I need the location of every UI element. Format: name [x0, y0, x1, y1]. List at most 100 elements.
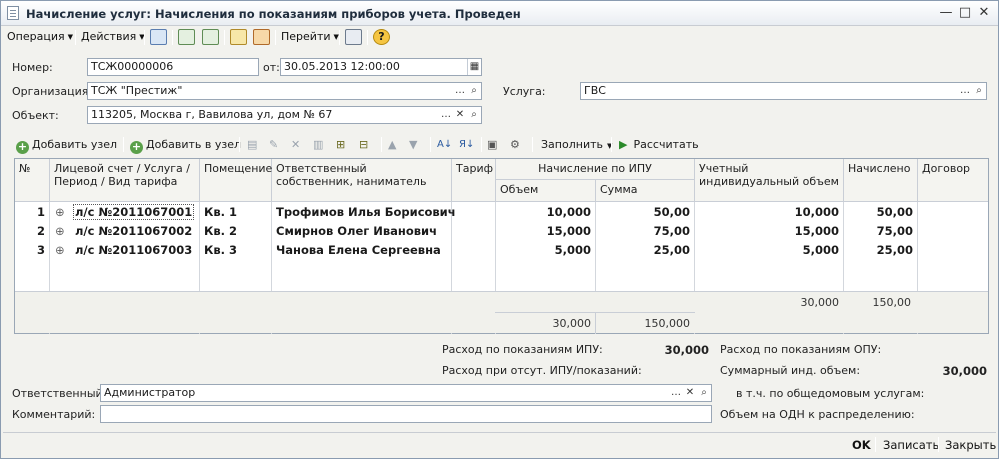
sum-cell: 50,00 [653, 205, 690, 219]
table-row[interactable]: 2 ⊕ л/с №2011067002 Кв. 2 Смирнов Олег И… [15, 222, 988, 241]
odn-volume-label: Объем на ОДН к распределению: [720, 408, 915, 421]
group-icon[interactable]: ⊞ [336, 137, 345, 153]
expand-icon[interactable]: ⊕ [55, 224, 65, 238]
move-down-icon[interactable]: ▼ [409, 137, 417, 153]
structure-icon[interactable] [345, 29, 362, 45]
number-label: Номер: [12, 61, 53, 74]
plus-icon: + [16, 140, 29, 154]
calendar-icon[interactable]: ▦ [467, 59, 481, 75]
print-icon[interactable]: ▣ [487, 137, 497, 153]
table-row[interactable]: 1 ⊕ л/с №2011067001 Кв. 1 Трофимов Илья … [15, 203, 988, 222]
comment-label: Комментарий: [12, 408, 96, 421]
fill-menu[interactable]: Заполнить ▼ [541, 137, 612, 153]
account-cell: л/с №2011067002 [75, 224, 193, 238]
room-cell: Кв. 1 [204, 205, 238, 219]
select-ellipsis-icon[interactable]: … [439, 107, 453, 123]
unpost-icon[interactable] [253, 29, 270, 45]
ungroup-icon[interactable]: ⊟ [359, 137, 368, 153]
ipu-consumption-value: 30,000 [664, 343, 709, 357]
sort-descending-icon[interactable]: Я↓ [459, 137, 474, 153]
column-header-ind-volume[interactable]: Учетный индивидуальный объем [695, 159, 844, 202]
play-icon: ▶ [619, 138, 628, 151]
add-node-button[interactable]: + Добавить узел [16, 137, 117, 154]
column-header-accrued[interactable]: Начислено [844, 159, 918, 202]
accrued-cell: 50,00 [876, 205, 913, 219]
column-header-account[interactable]: Лицевой счет / Услуга / Период / Вид тар… [50, 159, 200, 202]
responsible-field[interactable]: Администратор … ✕ ⌕ [100, 384, 712, 402]
table-row[interactable]: 3 ⊕ л/с №2011067003 Кв. 3 Чанова Елена С… [15, 241, 988, 260]
help-icon[interactable]: ? [373, 29, 390, 45]
total-sum: 150,000 [644, 317, 691, 330]
select-ellipsis-icon[interactable]: … [958, 83, 972, 99]
responsible-label: Ответственный: [12, 387, 107, 400]
actions-menu[interactable]: Действия ▼ [81, 27, 145, 47]
room-cell: Кв. 2 [204, 224, 238, 238]
column-header-number[interactable]: № [15, 159, 50, 202]
organization-field[interactable]: ТСЖ "Престиж" … ⌕ [87, 82, 482, 100]
ipu-consumption-label: Расход по показаниям ИПУ: [442, 343, 603, 356]
sort-ascending-icon[interactable]: A↓ [437, 137, 452, 153]
document-icon [7, 6, 19, 20]
room-cell: Кв. 3 [204, 243, 238, 257]
goto-menu[interactable]: Перейти ▼ [281, 27, 339, 47]
object-field[interactable]: 113205, Москва г, Вавилова ул, дом № 67 … [87, 106, 482, 124]
service-field[interactable]: ГВС … ⌕ [580, 82, 987, 100]
accrued-cell: 25,00 [876, 243, 913, 257]
calculate-button[interactable]: ▶ Рассчитать [619, 137, 699, 153]
settings-icon[interactable]: ⚙ [510, 137, 520, 153]
operation-menu[interactable]: Операция ▼ [7, 27, 73, 47]
edit-icon[interactable]: ✎ [269, 137, 278, 153]
clear-icon[interactable]: ✕ [683, 385, 697, 401]
date-label: от: [263, 61, 280, 74]
volume-cell: 10,000 [546, 205, 591, 219]
total-ind-volume: 30,000 [800, 296, 840, 309]
owner-cell: Трофимов Илья Борисович [276, 205, 456, 219]
save-button[interactable]: Записать [883, 438, 939, 452]
delete-icon[interactable]: ✕ [291, 137, 300, 153]
row-number: 3 [36, 243, 45, 257]
open-search-icon[interactable]: ⌕ [697, 385, 711, 401]
column-header-volume[interactable]: Объем [496, 180, 596, 202]
refresh-icon[interactable] [178, 29, 195, 45]
column-header-sum[interactable]: Сумма [596, 180, 695, 202]
select-ellipsis-icon[interactable]: … [453, 83, 467, 99]
ok-button[interactable]: OK [852, 438, 871, 452]
expand-icon[interactable]: ⊕ [55, 205, 65, 219]
accruals-table[interactable]: № Лицевой счет / Услуга / Период / Вид т… [14, 158, 989, 334]
select-ellipsis-icon[interactable]: … [669, 385, 683, 401]
date-value: 30.05.2013 12:00:00 [284, 60, 400, 73]
column-header-ipu[interactable]: Начисление по ИПУ [496, 159, 695, 180]
column-header-contract[interactable]: Договор [918, 159, 988, 202]
absent-consumption-label: Расход при отсут. ИПУ/показаний: [442, 364, 642, 377]
column-header-room[interactable]: Помещение [200, 159, 272, 202]
move-up-icon[interactable]: ▲ [388, 137, 396, 153]
copy-icon[interactable] [202, 29, 219, 45]
clear-icon[interactable]: ✕ [453, 107, 467, 123]
comment-field[interactable] [100, 405, 712, 423]
main-toolbar: Операция ▼ Действия ▼ Перейти ▼ ? [3, 27, 996, 48]
open-search-icon[interactable]: ⌕ [467, 83, 481, 99]
add-in-node-button[interactable]: + Добавить в узел [130, 137, 241, 154]
open-search-icon[interactable]: ⌕ [972, 83, 986, 99]
volume-cell: 5,000 [554, 243, 591, 257]
close-icon[interactable]: ✕ [976, 5, 992, 21]
maximize-icon[interactable]: □ [957, 5, 973, 21]
date-field[interactable]: 30.05.2013 12:00:00 ▦ [280, 58, 482, 76]
number-field[interactable]: ТСЖ00000006 [87, 58, 259, 76]
close-button[interactable]: Закрыть [945, 438, 996, 452]
post-icon[interactable] [230, 29, 247, 45]
object-value: 113205, Москва г, Вавилова ул, дом № 67 [91, 108, 333, 121]
copy-row-icon[interactable]: ▤ [247, 137, 257, 153]
open-search-icon[interactable]: ⌕ [467, 107, 481, 123]
responsible-value: Администратор [104, 386, 196, 399]
service-value: ГВС [584, 84, 606, 97]
column-header-tariff[interactable]: Тариф [452, 159, 496, 202]
end-edit-icon[interactable]: ▥ [313, 137, 323, 153]
opu-consumption-label: Расход по показаниям ОПУ: [720, 343, 882, 356]
column-header-owner[interactable]: Ответственный собственник, наниматель [272, 159, 452, 202]
owner-cell: Смирнов Олег Иванович [276, 224, 438, 238]
post-and-close-icon[interactable] [150, 29, 167, 45]
expand-icon[interactable]: ⊕ [55, 243, 65, 257]
minimize-icon[interactable]: — [938, 5, 954, 21]
total-ind-volume-value: 30,000 [942, 364, 987, 378]
